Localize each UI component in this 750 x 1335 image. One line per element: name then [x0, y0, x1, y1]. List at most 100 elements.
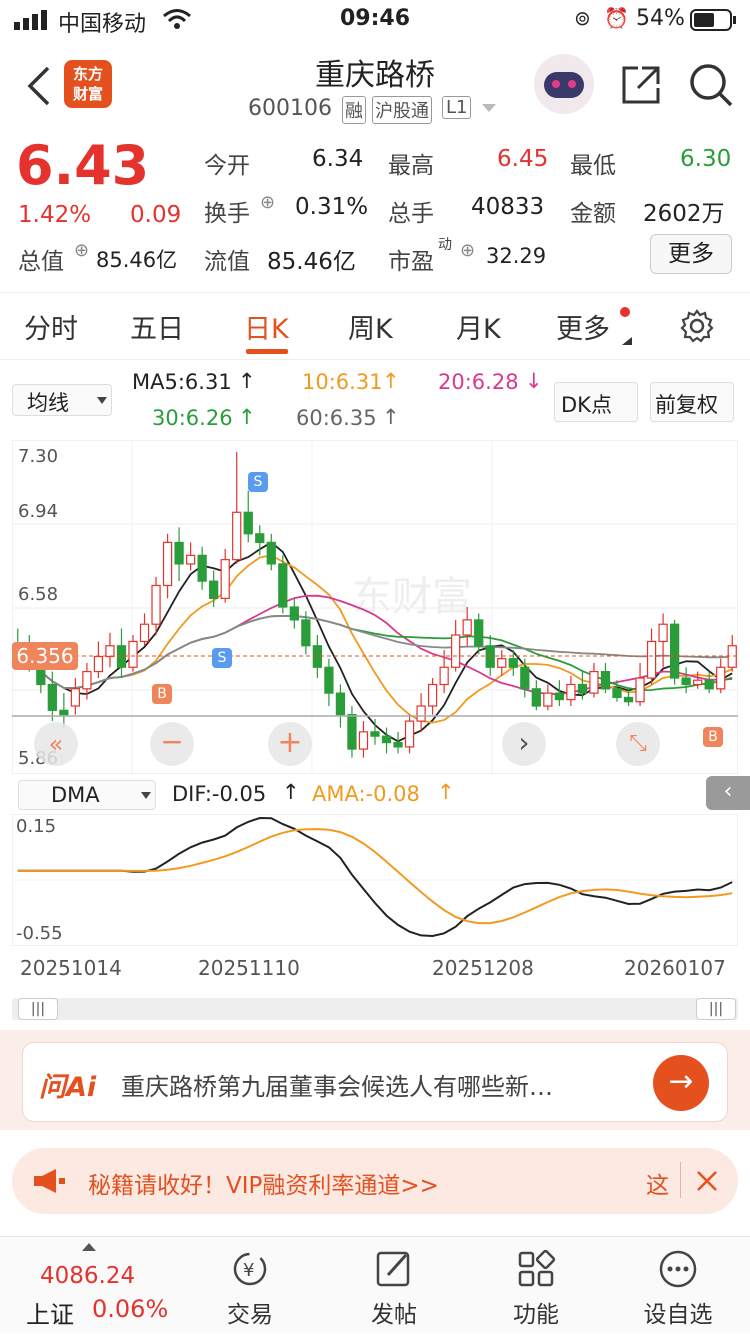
battery-icon [690, 9, 736, 31]
pe-value: 32.29 [486, 244, 547, 268]
notice-main: 融资利率通道>> [262, 1173, 439, 1199]
turnover-label: 换手 [204, 201, 250, 227]
zoom-in-button[interactable]: + [268, 722, 312, 766]
candle-body [82, 670, 92, 690]
ma5-arrow: ↑ [238, 369, 256, 393]
more-circle-icon [659, 1250, 697, 1288]
range-slider[interactable]: ||| ||| [12, 998, 738, 1020]
scroll-right-button[interactable]: › [502, 722, 546, 766]
ma-selector[interactable]: 均线 [12, 384, 112, 416]
total-cap-label: 总值 [18, 249, 64, 275]
change-percent: 1.42% [18, 202, 92, 228]
scroll-left-button[interactable]: « [34, 722, 78, 766]
rotation-lock-icon: ⊚ [574, 6, 591, 30]
tab-daily-k[interactable]: 日K [244, 307, 289, 346]
notification-dot [620, 307, 630, 317]
back-icon[interactable] [26, 66, 52, 106]
dk-label: DK点 [561, 393, 612, 417]
ai-submit-button[interactable]: → [653, 1055, 709, 1111]
candle-body [151, 584, 161, 625]
slider-handle-right[interactable]: ||| [696, 998, 736, 1020]
dma-top-label: 0.15 [16, 816, 57, 837]
candle-body [324, 666, 334, 694]
app-logo[interactable]: 东方 财富 [64, 60, 112, 108]
candle-body [658, 623, 668, 643]
nav-watchlist[interactable]: 设自选 [618, 1237, 738, 1335]
high-label: 最高 [388, 153, 434, 179]
tab-intraday[interactable]: 分时 [24, 307, 78, 346]
candle-body [220, 559, 230, 599]
low-value: 6.30 [680, 146, 732, 172]
index-name[interactable]: 上证 [26, 1295, 74, 1330]
candle-body [716, 666, 726, 690]
candle-body [612, 688, 622, 699]
float-cap-value: 85.46亿 [267, 249, 356, 275]
dma-selector[interactable]: DMA [18, 780, 156, 810]
zoom-out-button[interactable]: − [150, 722, 194, 766]
battery-percent: 54% [636, 6, 685, 31]
logo-text-1: 东方 [72, 65, 103, 83]
candle-body [669, 623, 680, 679]
megaphone-icon [34, 1169, 65, 1193]
dma-chart[interactable] [12, 814, 738, 946]
nav-functions[interactable]: 功能 [476, 1237, 596, 1335]
collapse-panel-button[interactable]: ‹ [706, 776, 750, 810]
adjust-button[interactable]: 前复权 [650, 382, 734, 422]
tab-monthly-k[interactable]: 月K [456, 307, 501, 346]
nav-trade-label: 交易 [227, 1302, 273, 1328]
candle-body [439, 666, 449, 686]
slider-handle-left[interactable]: ||| [18, 998, 58, 1020]
info-icon[interactable]: ⊕ [74, 240, 89, 261]
volume-label: 总手 [388, 201, 434, 227]
dropdown-icon[interactable] [482, 104, 496, 114]
search-icon[interactable] [688, 62, 734, 108]
candle-body [93, 655, 104, 673]
open-value: 6.34 [312, 146, 364, 172]
quote-panel: 6.43 1.42% 0.09 总值 ⊕ 85.46亿 今开 6.34 最高 6… [0, 130, 750, 290]
candle-body [232, 511, 242, 561]
nav-trade[interactable]: ¥ 交易 [190, 1237, 310, 1335]
pe-info-icon[interactable]: ⊕ [460, 240, 475, 261]
close-icon[interactable] [696, 1170, 718, 1192]
candle-body [347, 714, 357, 750]
tab-more[interactable]: 更多 [556, 307, 610, 346]
logo-text-2: 财富 [72, 85, 103, 103]
turnover-info-icon[interactable]: ⊕ [260, 192, 275, 213]
candle-body [370, 731, 380, 737]
amount-label: 金额 [570, 201, 616, 227]
candle-body [451, 634, 461, 668]
open-label: 今开 [204, 153, 250, 179]
candle-body [174, 541, 184, 565]
wifi-icon [163, 9, 191, 29]
candle-body [635, 677, 645, 703]
hk-connect-badge: 沪股通 [372, 96, 432, 124]
index-change[interactable]: 0.06% [92, 1295, 168, 1323]
turnover-value: 0.31% [295, 194, 369, 220]
tab-weekly-k[interactable]: 周K [348, 307, 393, 346]
candle-body [520, 666, 530, 690]
date-label-1: 20251110 [198, 956, 300, 980]
ma20-value: 20:6.28 [438, 370, 519, 394]
nav-post[interactable]: 发帖 [334, 1237, 454, 1335]
total-cap-value: 85.46亿 [96, 248, 178, 272]
candle-body [589, 670, 599, 694]
candle-body [646, 640, 657, 679]
more-button[interactable]: 更多 [650, 234, 732, 274]
candle-body [162, 541, 173, 587]
settings-icon[interactable] [680, 309, 714, 343]
ai-search-bar[interactable]: 问Ai 重庆路桥第九届董事会候选人有哪些新… → [22, 1042, 728, 1122]
fullscreen-button[interactable]: ⤡ [616, 722, 660, 766]
period-tabs: 分时 五日 日K 周K 月K 更多 [0, 292, 750, 360]
index-value[interactable]: 4086.24 [40, 1263, 135, 1289]
candle-body [427, 683, 438, 707]
share-icon[interactable] [620, 64, 662, 106]
tab-five-day[interactable]: 五日 [130, 307, 184, 346]
candle-body [474, 619, 484, 647]
clock: 09:46 [340, 6, 411, 31]
candle-body [197, 554, 207, 582]
up-arrow-icon [82, 1243, 96, 1251]
dk-point-button[interactable]: DK点 [554, 382, 638, 422]
notice-bar[interactable]: 秘籍请收好！VIP融资利率通道>> 这 [12, 1148, 738, 1214]
robot-avatar-icon[interactable] [534, 54, 594, 114]
pe-dynamic-sup: 动 [438, 237, 452, 253]
